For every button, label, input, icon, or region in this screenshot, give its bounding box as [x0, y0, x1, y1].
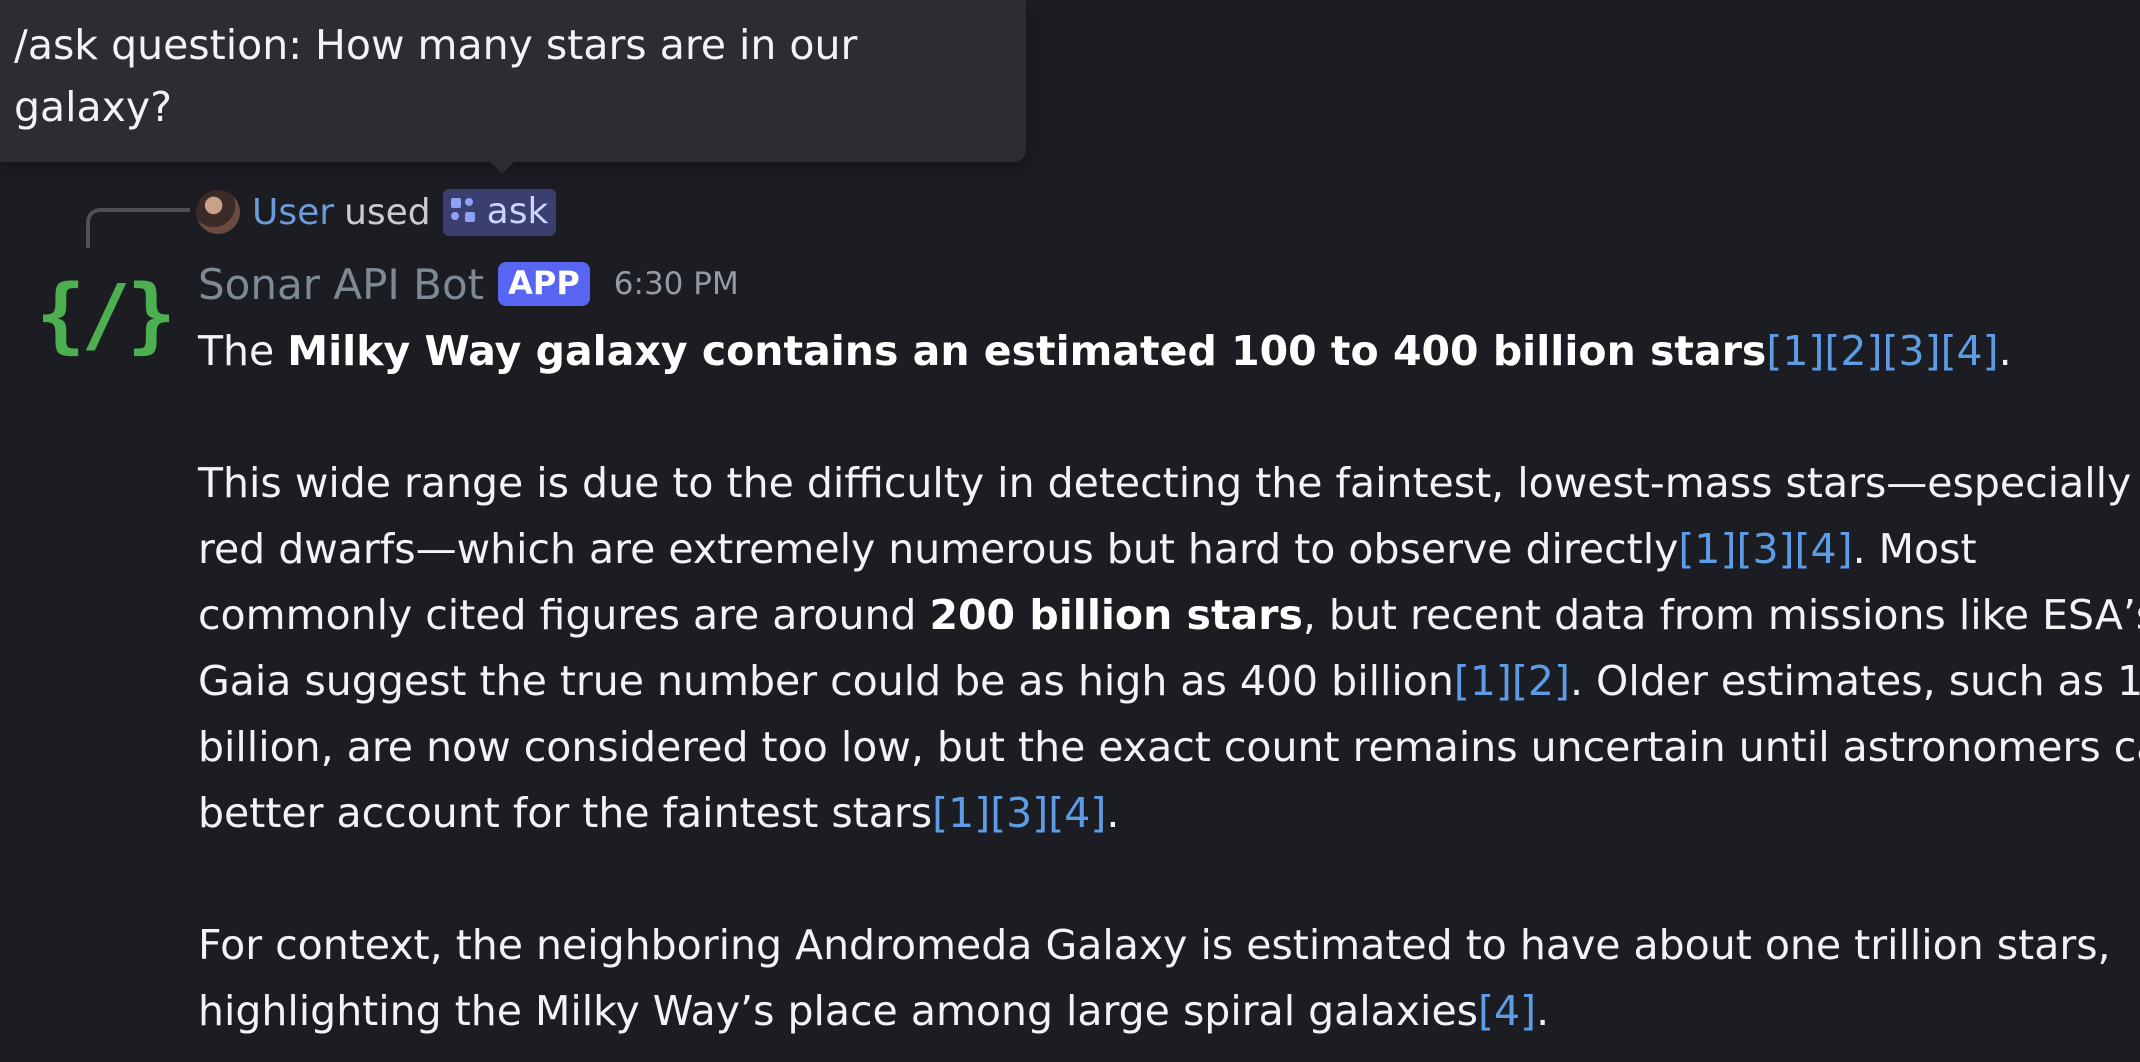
paragraph-2-line-3: commonly cited figures are around 200 bi… — [198, 582, 2140, 648]
citation-link[interactable]: [4] — [1941, 327, 1999, 375]
bold-text: Milky Way galaxy contains an estimated 1… — [287, 327, 1767, 375]
citation-link[interactable]: [2] — [1512, 657, 1570, 705]
paragraph-1: The Milky Way galaxy contains an estimat… — [198, 318, 2140, 384]
citation-link[interactable]: [1] — [932, 789, 990, 837]
tooltip-line-2: galaxy? — [14, 83, 172, 131]
slash-command-pill[interactable]: ask — [442, 188, 557, 236]
text-segment: For context, the neighboring Andromeda G… — [198, 921, 2111, 969]
text-segment: . Older estimates, such as 100 — [1569, 657, 2140, 705]
text-segment: red dwarfs—which are extremely numerous … — [198, 525, 1679, 573]
command-tooltip: /ask question: How many stars are in our… — [0, 0, 1026, 162]
command-reply-reference[interactable]: User used ask — [196, 186, 557, 238]
user-avatar[interactable] — [196, 190, 240, 234]
citation-link[interactable]: [3] — [1882, 327, 1940, 375]
citation-link[interactable]: [1] — [1454, 657, 1512, 705]
text-segment: better account for the faintest stars — [198, 789, 933, 837]
author-name[interactable]: Sonar API Bot — [198, 260, 484, 309]
paragraph-3-line-1: For context, the neighboring Andromeda G… — [198, 912, 2140, 978]
paragraph-2-line-6: better account for the faintest stars[1]… — [198, 780, 2140, 846]
text-segment: . Most — [1852, 525, 1977, 573]
text-segment: This wide range is due to the difficulty… — [198, 459, 2132, 507]
citation-link[interactable]: [4] — [1795, 525, 1853, 573]
app-badge: APP — [498, 262, 590, 306]
message-header: Sonar API Bot APP 6:30 PM — [198, 256, 739, 312]
curly-braces-slash-icon[interactable]: {/} — [36, 268, 176, 364]
text-segment: billion, are now considered too low, but… — [198, 723, 2140, 771]
citation-link[interactable]: [1] — [1766, 327, 1824, 375]
reply-username[interactable]: User — [252, 192, 334, 233]
text-segment: highlighting the Milky Way’s place among… — [198, 987, 1479, 1035]
text-segment: commonly cited figures are around — [198, 591, 930, 639]
app-command-icon — [450, 198, 477, 224]
tooltip-arrow — [488, 160, 516, 174]
text-segment: Gaia suggest the true number could be as… — [198, 657, 1454, 705]
tooltip-line-1: /ask question: How many stars are in our — [14, 21, 858, 69]
paragraph-2-line-2: red dwarfs—which are extremely numerous … — [198, 516, 2140, 582]
citation-link[interactable]: [2] — [1824, 327, 1882, 375]
command-name: ask — [486, 190, 549, 232]
citation-link[interactable]: [3] — [990, 789, 1048, 837]
reply-connector-line — [86, 208, 190, 248]
text-segment: . — [1106, 789, 1120, 837]
message-content: The Milky Way galaxy contains an estimat… — [198, 318, 2140, 1044]
paragraph-3-line-2: highlighting the Milky Way’s place among… — [198, 978, 2140, 1044]
citation-link[interactable]: [4] — [1048, 789, 1106, 837]
paragraph-2-line-1: This wide range is due to the difficulty… — [198, 450, 2140, 516]
bold-text: 200 billion stars — [929, 591, 1303, 639]
discord-chat-view: /ask question: How many stars are in our… — [0, 0, 2140, 1062]
tooltip-text: /ask question: How many stars are in our… — [14, 14, 914, 138]
paragraph-2-line-4: Gaia suggest the true number could be as… — [198, 648, 2140, 714]
text-segment: . — [1998, 327, 2012, 375]
message-timestamp[interactable]: 6:30 PM — [614, 266, 739, 302]
text-segment: . — [1536, 987, 1550, 1035]
citation-link[interactable]: [3] — [1736, 525, 1794, 573]
citation-link[interactable]: [4] — [1478, 987, 1536, 1035]
text-segment: , but recent data from missions like ESA… — [1302, 591, 2140, 639]
text-segment: The — [198, 327, 288, 375]
paragraph-2-line-5: billion, are now considered too low, but… — [198, 714, 2140, 780]
reply-used-text: used — [344, 191, 431, 233]
citation-link[interactable]: [1] — [1678, 525, 1736, 573]
